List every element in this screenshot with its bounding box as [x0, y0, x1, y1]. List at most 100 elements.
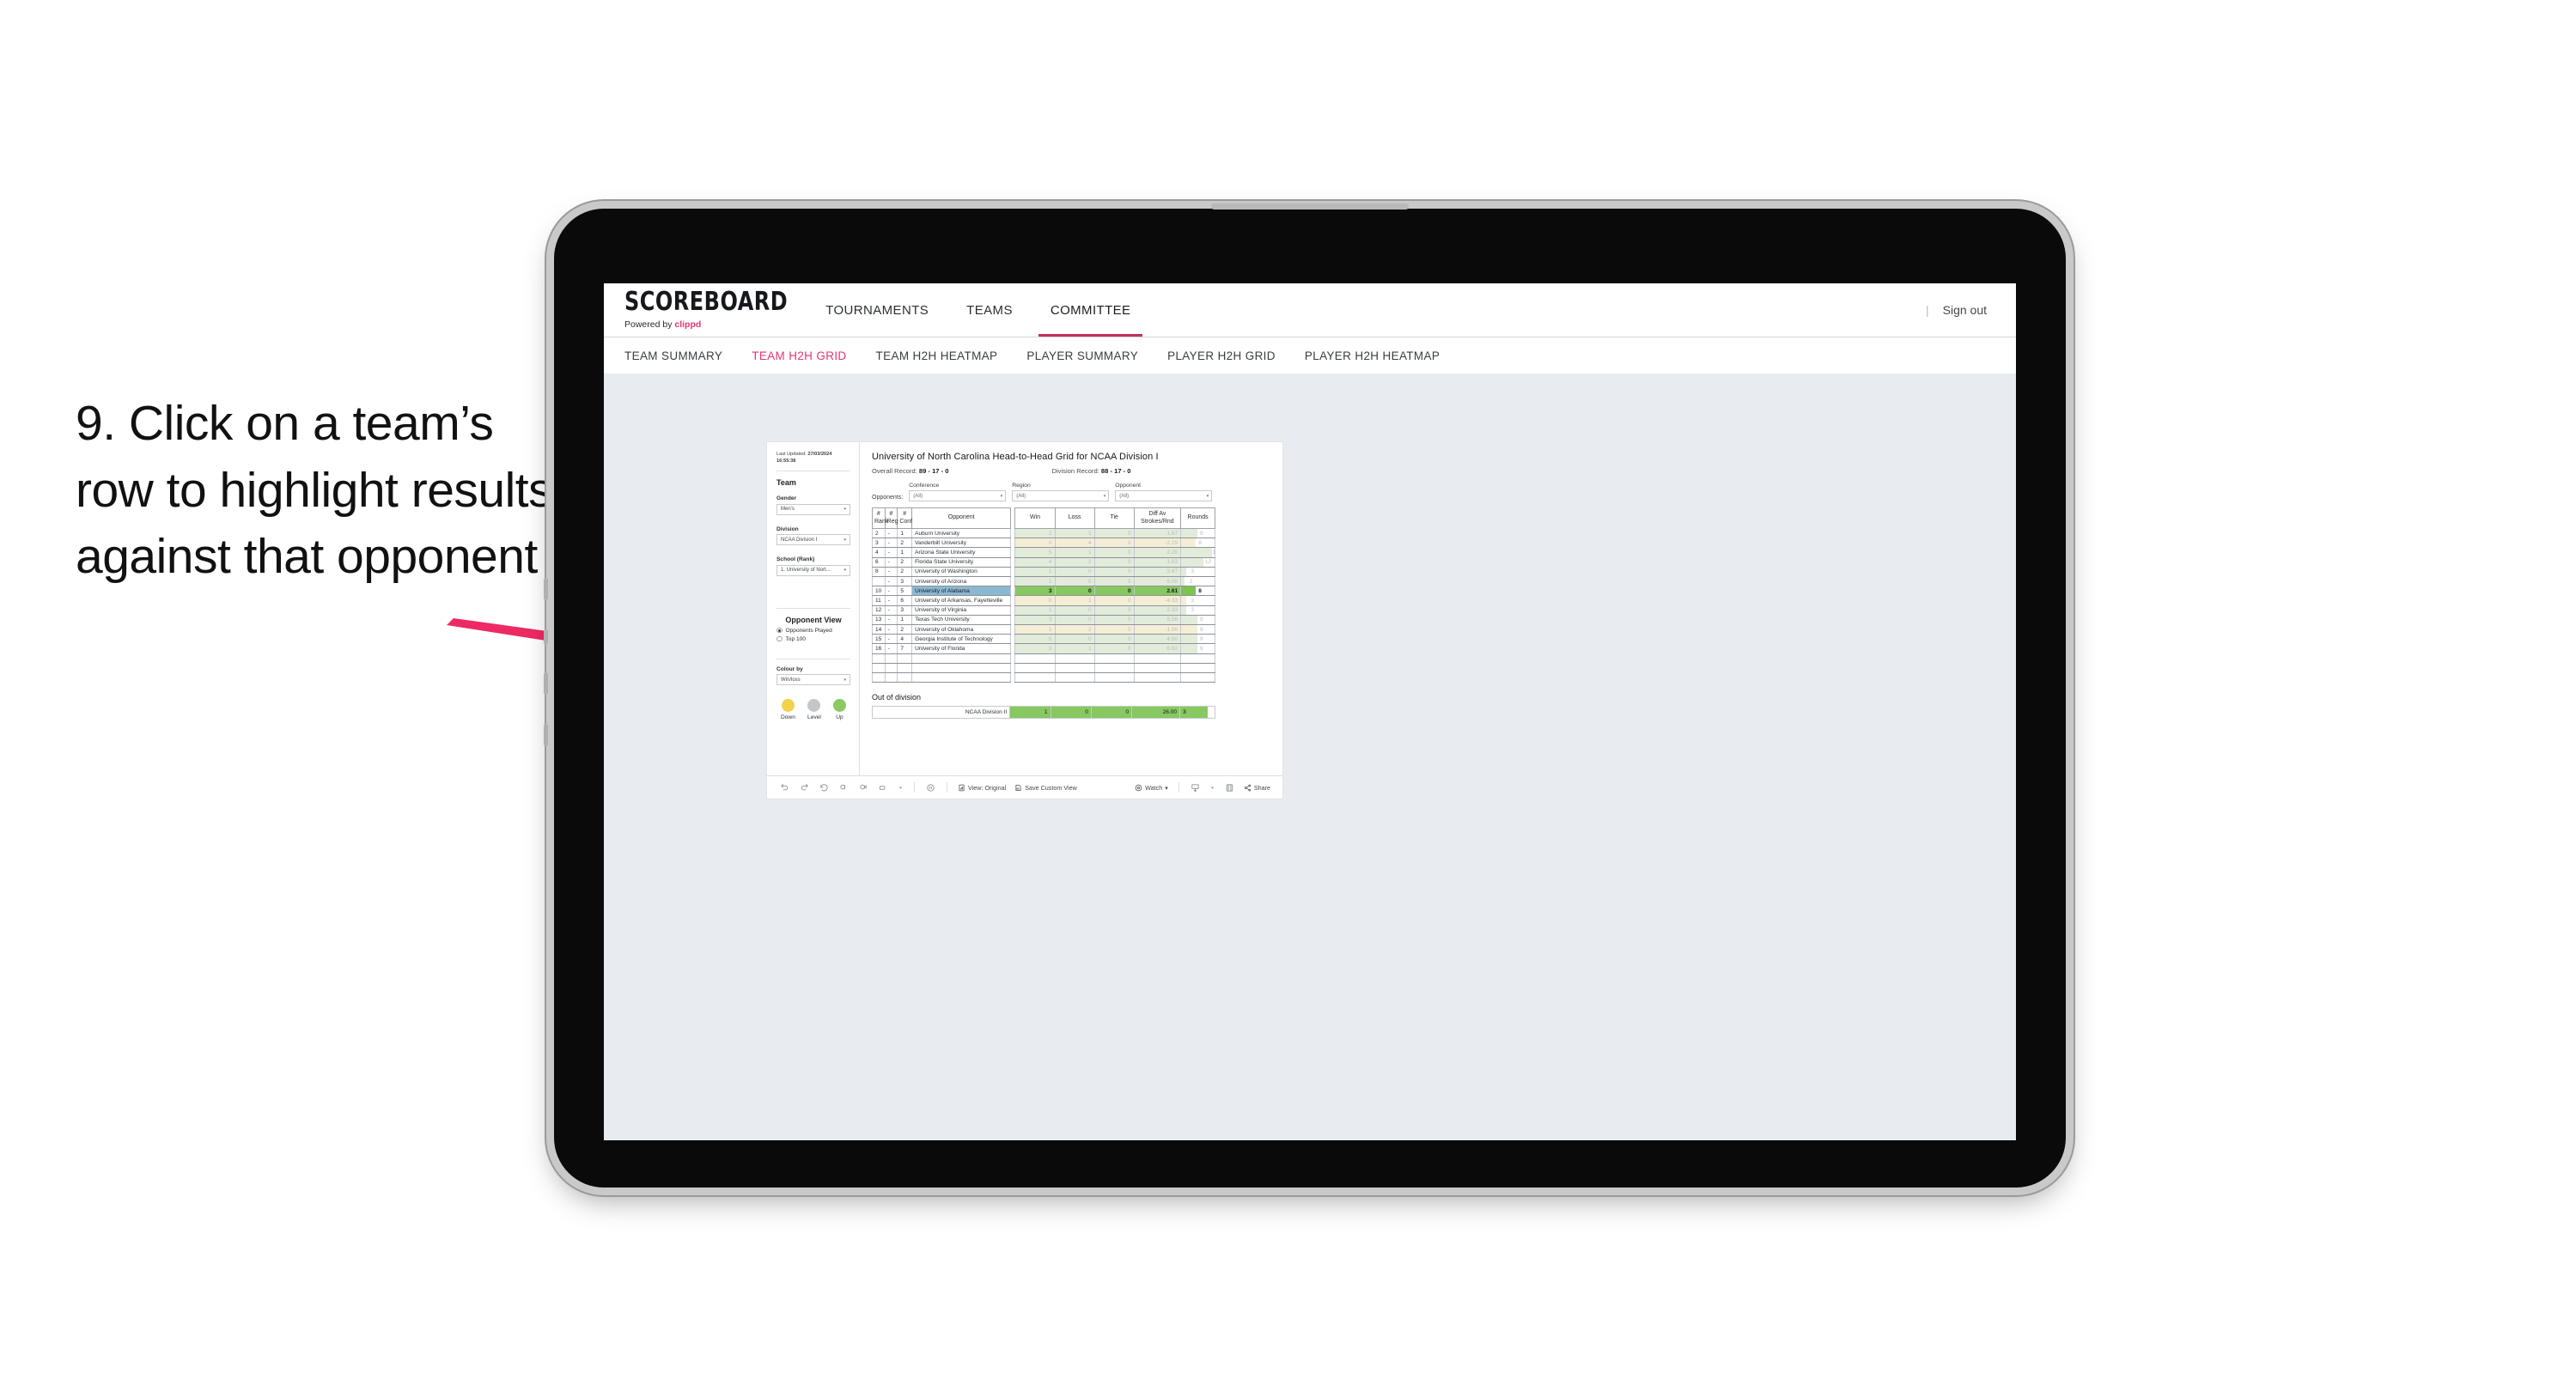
cell-rank — [872, 576, 886, 587]
sub-nav-item-player-summary[interactable]: PLAYER SUMMARY — [1026, 349, 1138, 362]
chevron-down-icon: ▾ — [843, 568, 846, 574]
sub-nav-item-team-h2h-grid[interactable]: TEAM H2H GRID — [752, 349, 846, 362]
school-select[interactable]: 1. University of Nort... ▾ — [776, 564, 850, 576]
col-conf: # Conf — [897, 507, 912, 530]
table-row[interactable]: -3 University of Arizona 1 0 0 9.00 2 — [872, 576, 1215, 587]
table-row[interactable]: 11-6 University of Arkansas, Fayetteville… — [872, 595, 1215, 606]
colour-by-select[interactable]: Win/loss ▾ — [776, 674, 850, 686]
chevron-down-icon[interactable] — [898, 782, 904, 793]
viz-title: University of North Carolina Head-to-Hea… — [872, 452, 1159, 462]
filter-region-select[interactable]: (All) ▾ — [1012, 490, 1110, 501]
cell-diff: -1.00 — [1133, 624, 1182, 635]
col-reg-bot: Reg — [886, 518, 898, 525]
table-row[interactable]: 4-1Arizona State University5102.2817 — [872, 547, 1215, 558]
cell-blank — [884, 653, 898, 664]
legend-item-up: Up — [833, 699, 846, 720]
division-label: Division — [776, 525, 799, 532]
cell-win: 3 — [1014, 615, 1056, 625]
top-nav-item-teams[interactable]: TEAMS — [947, 283, 1032, 337]
ood-loss: 0 — [1050, 706, 1092, 720]
watch-icon — [1135, 784, 1142, 791]
division-select[interactable]: NCAA Division I ▾ — [776, 534, 850, 546]
sub-nav-item-player-h2h-heatmap[interactable]: PLAYER H2H HEATMAP — [1305, 349, 1440, 362]
save-custom-view-button[interactable]: Save Custom View — [1014, 784, 1077, 792]
cell-reg: - — [884, 576, 898, 587]
col-conf-top: # — [903, 511, 907, 517]
cell-opponent: University of Arizona — [911, 576, 1012, 587]
table-row[interactable]: 3-2 Vanderbilt University 0 4 0 -2.29 8 — [872, 538, 1215, 549]
radio-top-100-label: Top 100 — [785, 635, 806, 642]
table-row[interactable]: 13-1 Texas Tech University 3 0 0 5.56 9 — [872, 615, 1215, 625]
top-nav-item-tournaments[interactable]: TOURNAMENTS — [807, 283, 947, 337]
view-original-button[interactable]: View: Original — [958, 784, 1006, 792]
rounds-value: 12 — [1204, 559, 1212, 566]
view-icon — [959, 784, 965, 791]
cell-opponent: Florida State University — [911, 557, 1012, 568]
cell-blank — [872, 663, 886, 673]
ood-diff: 26.00 — [1131, 706, 1181, 720]
revert-icon[interactable] — [819, 782, 830, 793]
cell-blank — [911, 663, 1012, 673]
watch-button[interactable]: Watch ▾ — [1135, 784, 1168, 792]
filter-opponent-label: Opponent — [1115, 483, 1142, 489]
cell-loss: 1 — [1054, 595, 1095, 606]
table-row[interactable]: 12-3 University of Virginia 1 0 0 2.33 3 — [872, 605, 1215, 616]
table-row[interactable]: 6-2 Florida State University 4 2 0 1.83 12 — [872, 557, 1215, 568]
brand-logo[interactable]: SCOREBOARD Powered by clippd — [604, 283, 807, 337]
radio-opponents-played[interactable]: Opponents Played — [776, 628, 850, 634]
pause-auto-updates-icon[interactable] — [925, 782, 936, 793]
cell-conf: 1 — [897, 547, 913, 558]
radio-icon — [776, 627, 783, 634]
gender-select[interactable]: Men’s ▾ — [776, 503, 850, 515]
chevron-down-icon[interactable] — [1209, 782, 1215, 793]
fullscreen-icon[interactable] — [1224, 782, 1235, 793]
chevron-down-icon: ▾ — [843, 537, 846, 543]
rounds-bar — [1181, 586, 1196, 595]
table-row[interactable]: 8-2 University of Washington 1 0 0 3.67 3 — [872, 567, 1215, 578]
top-nav-item-committee[interactable]: COMMITTEE — [1032, 283, 1150, 337]
table-row[interactable]: 10-5 University of Alabama 3 0 0 2.61 8 — [872, 586, 1215, 597]
tablet-button-top[interactable] — [544, 578, 548, 600]
sub-nav-item-team-summary[interactable]: TEAM SUMMARY — [624, 349, 722, 362]
cell-tie: 0 — [1093, 643, 1135, 654]
filter-conference-select[interactable]: (All) ▾ — [909, 490, 1007, 501]
cell-rounds: 9 — [1180, 615, 1215, 625]
col-reg-top: # — [889, 511, 893, 517]
top-nav: TOURNAMENTS TEAMS COMMITTEE — [807, 283, 1149, 337]
cell-conf: 2 — [897, 624, 913, 635]
cell-blank — [1054, 663, 1095, 673]
table-row[interactable]: 16-7 University of Florida 3 1 0 6.62 9 — [872, 643, 1215, 654]
sub-nav-item-player-h2h-grid[interactable]: PLAYER H2H GRID — [1167, 349, 1276, 362]
rounds-value: 9 — [1199, 635, 1203, 642]
sign-out-link[interactable]: Sign out — [1943, 303, 1987, 317]
cell-loss: 0 — [1054, 586, 1095, 597]
col-diff-top: Diff Av — [1148, 511, 1166, 517]
cell-win: 1 — [1014, 576, 1056, 587]
refresh-icon[interactable] — [838, 782, 850, 793]
cell-blank — [1180, 653, 1215, 664]
download-icon[interactable] — [1190, 782, 1201, 793]
col-rounds: Rounds — [1180, 507, 1215, 530]
cell-rank: 16 — [872, 643, 886, 654]
table-row[interactable]: 2-1 Auburn University 2 1 0 1.67 9 — [872, 528, 1215, 539]
filter-opponent-select[interactable]: (All) ▾ — [1115, 490, 1213, 501]
brand-logo-text: SCOREBOARD — [624, 286, 789, 316]
tablet-volume-down-button[interactable] — [544, 724, 548, 746]
radio-top-100[interactable]: Top 100 — [776, 636, 850, 642]
cell-conf: 1 — [897, 528, 913, 539]
cell-conf: 5 — [897, 586, 913, 597]
out-of-division-row[interactable]: NCAA Division II 1 0 0 26.00 3 — [871, 706, 1215, 720]
pause-icon[interactable] — [858, 782, 869, 793]
alerts-icon[interactable] — [878, 782, 889, 793]
redo-icon[interactable] — [799, 782, 810, 793]
table-row[interactable]: 15-4 Georgia Institute of Technology 5 0 0 4.… — [872, 634, 1215, 645]
legend-label-level: Level — [807, 714, 821, 721]
tablet-volume-up-button[interactable] — [544, 672, 548, 695]
table-row[interactable]: 14-2 University of Oklahoma 1 2 0 -1.00 9 — [872, 624, 1215, 635]
share-button[interactable]: Share — [1244, 784, 1270, 792]
sub-nav-item-team-h2h-heatmap[interactable]: TEAM H2H HEATMAP — [876, 349, 998, 362]
divider — [776, 607, 850, 609]
undo-icon[interactable] — [779, 782, 790, 793]
filter-region: Region (All) ▾ — [1012, 483, 1110, 501]
ood-rounds-value: 3 — [1183, 709, 1186, 716]
